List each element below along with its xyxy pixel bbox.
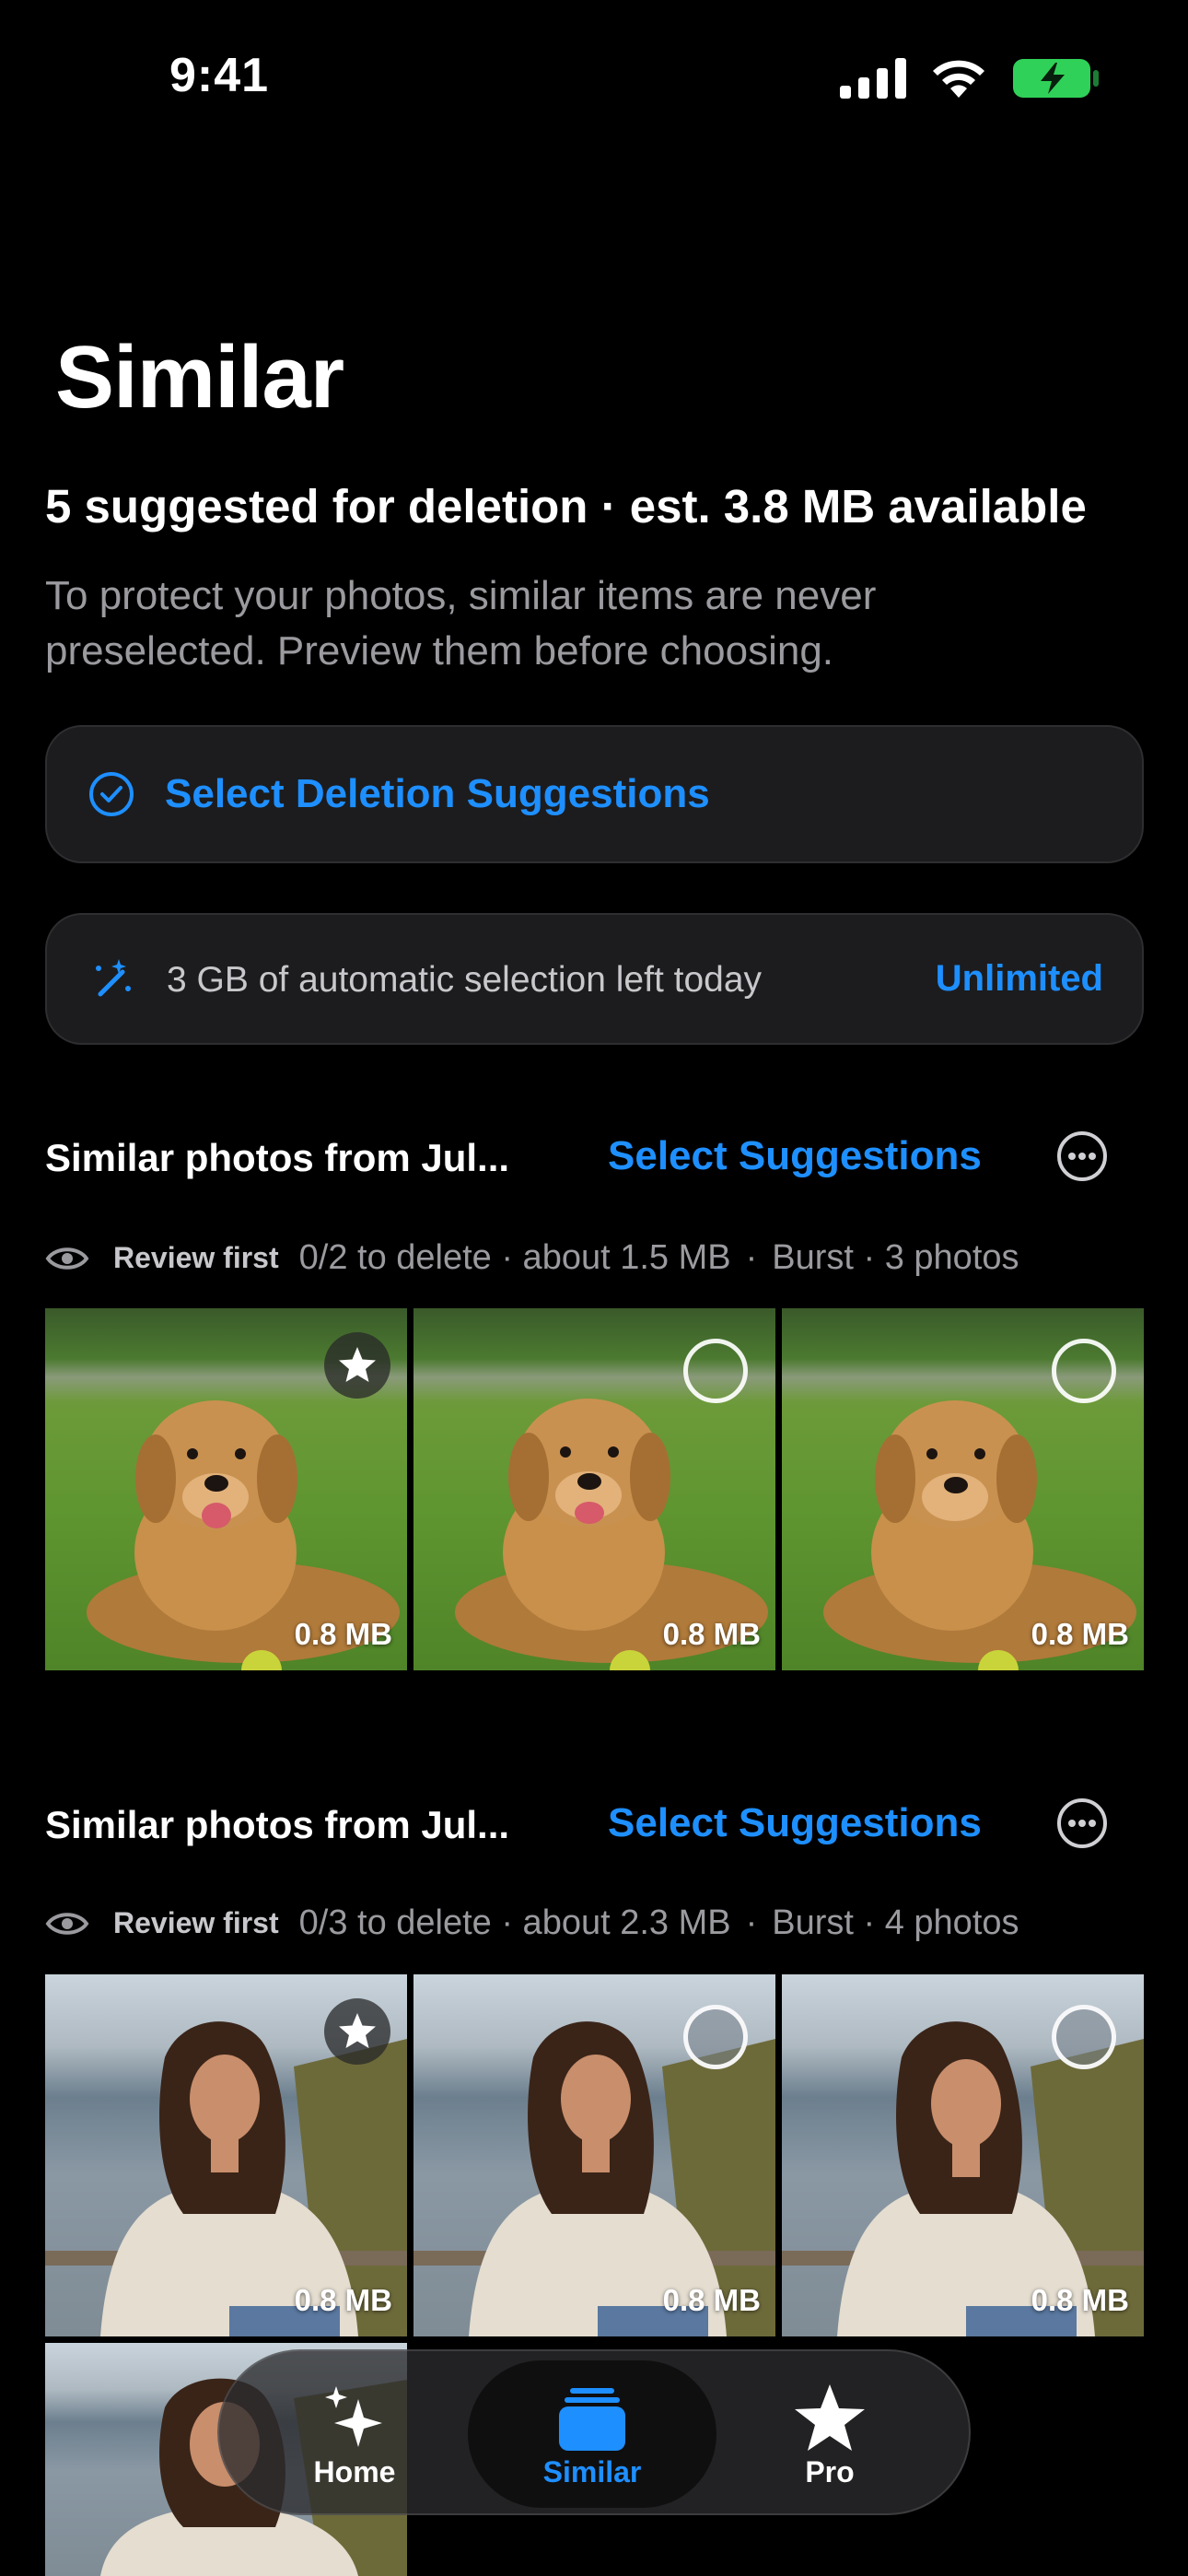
status-bar: 9:41 — [0, 0, 1188, 161]
best-photo-star-icon — [324, 1998, 390, 2065]
tab-pro[interactable]: Pro — [705, 2360, 954, 2508]
tab-home[interactable]: Home — [230, 2360, 479, 2508]
selection-checkbox[interactable] — [1052, 1339, 1116, 1403]
tab-bar: Home Similar Pro — [217, 2349, 971, 2515]
photo-thumbnail[interactable]: 0.8 MB — [45, 1974, 407, 2336]
delete-count: 0/3 to delete · about 2.3 MB — [298, 1903, 731, 1942]
wifi-icon — [933, 60, 984, 98]
photo-thumbnail[interactable]: 0.8 MB — [413, 1308, 775, 1670]
group-meta: Review first 0/3 to delete · about 2.3 M… — [45, 1903, 1019, 1943]
group-title: Similar photos from Jul... — [45, 1136, 510, 1179]
stack-icon — [559, 2388, 625, 2451]
photo-size: 0.8 MB — [1031, 2283, 1129, 2317]
photo-thumbnail[interactable]: 0.8 MB — [782, 1974, 1144, 2336]
photo-size: 0.8 MB — [294, 1617, 392, 1651]
selection-checkbox[interactable] — [1052, 2005, 1116, 2069]
quota-text: 3 GB of automatic selection left today — [167, 960, 763, 1000]
select-deletion-suggestions-button[interactable]: Select Deletion Suggestions — [45, 725, 1144, 863]
tab-label: Pro — [805, 2455, 855, 2488]
selection-quota-card: 3 GB of automatic selection left today U… — [45, 913, 1144, 1045]
group-meta: Review first 0/2 to delete · about 1.5 M… — [45, 1238, 1019, 1278]
tab-label: Similar — [542, 2455, 642, 2488]
review-first-label: Review first — [113, 1906, 279, 1939]
selection-checkbox[interactable] — [683, 2005, 748, 2069]
page-title: Similar — [55, 328, 344, 427]
photo-thumbnail[interactable]: 0.8 MB — [45, 1308, 407, 1670]
protection-note: To protect your photos, similar items ar… — [45, 573, 877, 673]
best-photo-star-icon — [324, 1332, 390, 1399]
tab-label: Home — [313, 2455, 396, 2488]
photo-size: 0.8 MB — [294, 2283, 392, 2317]
photo-size: 0.8 MB — [662, 1617, 761, 1651]
eye-icon — [45, 1247, 89, 1270]
deletion-summary: 5 suggested for deletion · est. 3.8 MB a… — [45, 480, 1087, 533]
separator-dot: · — [745, 1238, 758, 1277]
tab-similar[interactable]: Similar — [468, 2360, 716, 2508]
cellular-signal-icon — [840, 58, 906, 99]
status-icons — [840, 57, 1100, 100]
delete-count: 0/2 to delete · about 1.5 MB — [298, 1238, 731, 1277]
photo-thumbnail[interactable]: 0.8 MB — [413, 1974, 775, 2336]
photo-thumbnail[interactable]: 0.8 MB — [782, 1308, 1144, 1670]
more-options-icon[interactable] — [1055, 1130, 1109, 1183]
sparkles-icon — [325, 2386, 382, 2447]
burst-count: Burst · 3 photos — [772, 1238, 1019, 1277]
status-time: 9:41 — [169, 49, 270, 102]
more-options-icon[interactable] — [1055, 1797, 1109, 1850]
separator-dot: · — [745, 1903, 758, 1942]
group-title: Similar photos from Jul... — [45, 1803, 510, 1846]
select-suggestions-button[interactable]: Select Suggestions — [608, 1800, 982, 1846]
battery-charging-icon — [1013, 59, 1099, 98]
select-deletion-suggestions-label: Select Deletion Suggestions — [165, 771, 710, 816]
review-first-label: Review first — [113, 1241, 279, 1274]
photo-size: 0.8 MB — [1031, 1617, 1129, 1651]
select-suggestions-button[interactable]: Select Suggestions — [608, 1133, 982, 1179]
eye-icon — [45, 1912, 89, 1935]
photo-size: 0.8 MB — [662, 2283, 761, 2317]
burst-count: Burst · 4 photos — [772, 1903, 1019, 1942]
unlimited-link[interactable]: Unlimited — [936, 958, 1103, 1000]
checkmark-circle-icon — [89, 772, 134, 816]
selection-checkbox[interactable] — [683, 1339, 748, 1403]
star-icon — [795, 2384, 865, 2451]
magic-wand-icon — [96, 959, 131, 997]
